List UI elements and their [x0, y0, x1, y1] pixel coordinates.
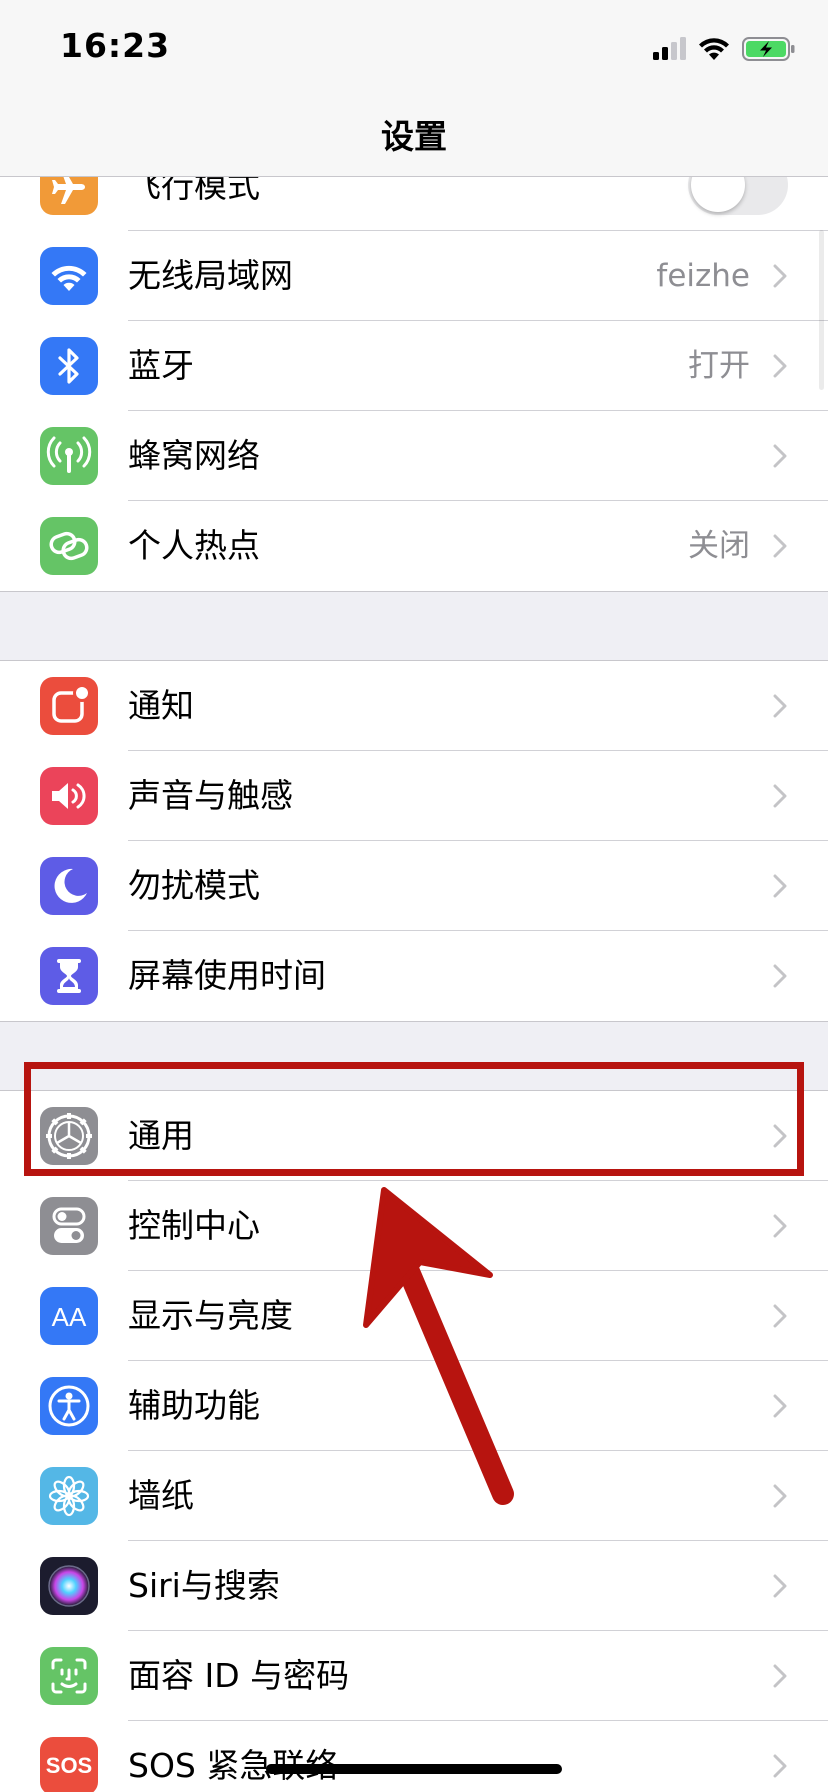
chevron-right-icon — [773, 1754, 787, 1778]
cellular-signal-icon — [653, 37, 686, 60]
row-label: 屏幕使用时间 — [128, 956, 326, 995]
settings-row-notifications-0[interactable]: 通知 — [0, 661, 828, 751]
chevron-right-icon — [773, 534, 787, 558]
settings-row-connectivity-2[interactable]: 蓝牙 打开 — [0, 321, 828, 411]
chevron-right-icon — [773, 1214, 787, 1238]
row-label: 显示与亮度 — [128, 1296, 293, 1335]
chevron-right-icon — [773, 1484, 787, 1508]
settings-row-connectivity-3[interactable]: 蜂窝网络 — [0, 411, 828, 501]
chevron-right-icon — [773, 784, 787, 808]
face-id-icon — [40, 1647, 98, 1705]
accessibility-icon — [40, 1377, 98, 1435]
settings-row-notifications-1[interactable]: 声音与触感 — [0, 751, 828, 841]
row-value: feizhe — [656, 258, 750, 294]
row-value: 关闭 — [688, 528, 750, 564]
row-label: 墙纸 — [128, 1476, 194, 1515]
switches-icon — [40, 1197, 98, 1255]
wifi-icon — [40, 247, 98, 305]
antenna-icon — [40, 427, 98, 485]
hotspot-link-icon — [40, 517, 98, 575]
chevron-right-icon — [773, 874, 787, 898]
chevron-right-icon — [773, 264, 787, 288]
group-notifications: 通知声音与触感勿扰模式屏幕使用时间 — [0, 660, 828, 1022]
sos-icon-text: SOS — [45, 1753, 93, 1778]
scroll-indicator[interactable] — [819, 230, 824, 390]
group-connectivity: 飞行模式 无线局域网 feizhe 蓝牙 打开 蜂窝网络 个人热点 关闭 — [0, 140, 828, 592]
settings-row-connectivity-4[interactable]: 个人热点 关闭 — [0, 501, 828, 591]
settings-row-notifications-3[interactable]: 屏幕使用时间 — [0, 931, 828, 1021]
chevron-right-icon — [773, 1664, 787, 1688]
status-time: 16:23 — [60, 26, 171, 65]
notification-icon — [40, 677, 98, 735]
row-label: 无线局域网 — [128, 256, 293, 295]
row-label: 通知 — [128, 686, 194, 725]
sos-icon: SOS — [40, 1737, 98, 1792]
bluetooth-icon — [40, 337, 98, 395]
row-label: 勿扰模式 — [128, 866, 260, 905]
speaker-icon — [40, 767, 98, 825]
flower-icon — [40, 1467, 98, 1525]
settings-row-system-4[interactable]: 墙纸 — [0, 1451, 828, 1541]
row-label: 蓝牙 — [128, 346, 194, 385]
battery-charging-icon — [742, 37, 795, 61]
row-label: 蜂窝网络 — [128, 436, 260, 475]
row-label: 控制中心 — [128, 1206, 260, 1245]
settings-row-system-1[interactable]: 控制中心 — [0, 1181, 828, 1271]
chevron-right-icon — [773, 694, 787, 718]
settings-row-system-5[interactable]: Siri与搜索 — [0, 1541, 828, 1631]
page-title: 设置 — [381, 117, 447, 156]
settings-row-system-3[interactable]: 辅助功能 — [0, 1361, 828, 1451]
wifi-status-icon — [699, 38, 729, 60]
chevron-right-icon — [773, 964, 787, 988]
settings-screen: 飞行模式 无线局域网 feizhe 蓝牙 打开 蜂窝网络 个人热点 关闭 通知 声音与触感 勿扰模… — [0, 0, 828, 1792]
settings-row-notifications-2[interactable]: 勿扰模式 — [0, 841, 828, 931]
chevron-right-icon — [773, 444, 787, 468]
home-indicator[interactable] — [266, 1764, 562, 1774]
settings-row-system-6[interactable]: 面容 ID 与密码 — [0, 1631, 828, 1721]
chevron-right-icon — [773, 354, 787, 378]
row-label: 声音与触感 — [128, 776, 293, 815]
row-label: 个人热点 — [128, 526, 260, 565]
svg-text:AA: AA — [52, 1302, 87, 1332]
siri-icon — [40, 1557, 98, 1615]
chevron-right-icon — [773, 1574, 787, 1598]
navigation-bar: 16:23 设置 — [0, 0, 828, 177]
settings-row-system-2[interactable]: AA 显示与亮度 — [0, 1271, 828, 1361]
row-label: 面容 ID 与密码 — [128, 1656, 350, 1695]
hourglass-icon — [40, 947, 98, 1005]
row-label: Siri与搜索 — [128, 1566, 280, 1605]
settings-row-connectivity-1[interactable]: 无线局域网 feizhe — [0, 231, 828, 321]
settings-row-system-7[interactable]: SOS SOS 紧急联络 — [0, 1721, 828, 1792]
chevron-right-icon — [773, 1304, 787, 1328]
chevron-right-icon — [773, 1394, 787, 1418]
moon-icon — [40, 857, 98, 915]
row-value: 打开 — [688, 348, 750, 384]
highlight-box — [24, 1062, 804, 1176]
group-system: 通用 控制中心 AA 显示与亮度 辅助功能 墙纸 Siri与搜索 面容 ID 与密码 SOS SO… — [0, 1090, 828, 1792]
row-label: SOS 紧急联络 — [128, 1746, 339, 1785]
row-label: 辅助功能 — [128, 1386, 260, 1425]
text-size-icon: AA — [40, 1287, 98, 1345]
